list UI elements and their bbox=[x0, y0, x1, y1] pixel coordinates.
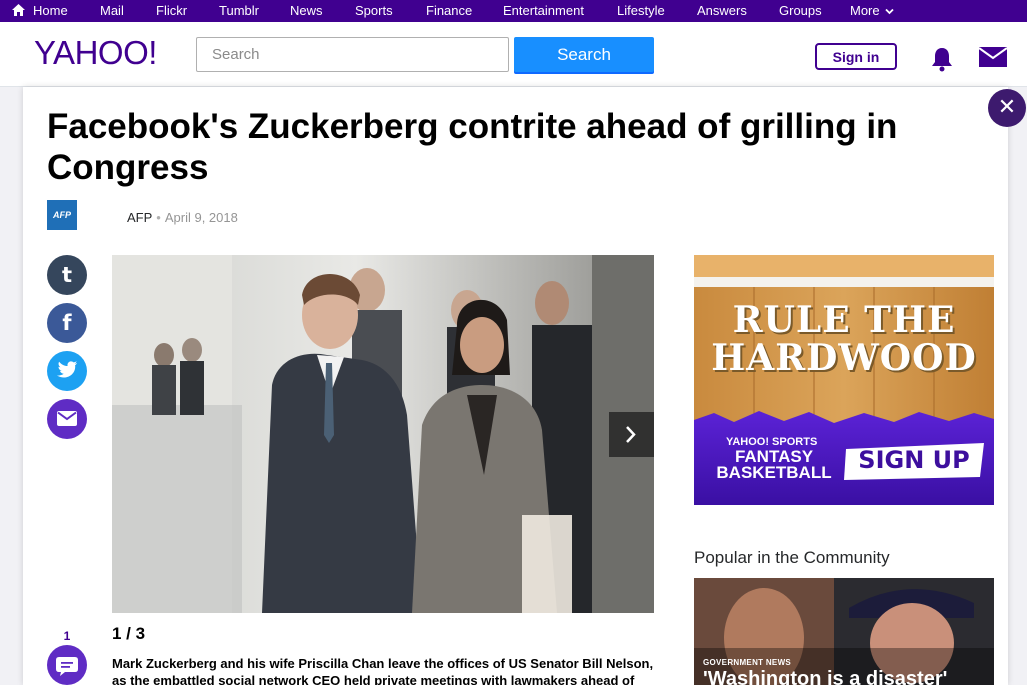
fantasy-basketball-ad[interactable]: RULE THE HARDWOOD YAHOO! SPORTS FANTASY … bbox=[694, 255, 994, 505]
search-input[interactable] bbox=[196, 37, 509, 72]
nav-finance[interactable]: Finance bbox=[426, 3, 472, 18]
nav-home[interactable]: Home bbox=[33, 3, 68, 18]
bell-icon[interactable] bbox=[930, 46, 954, 72]
top-nav-bar: Home Mail Flickr Tumblr News Sports Fina… bbox=[0, 0, 1027, 22]
article-photo[interactable] bbox=[112, 255, 654, 613]
nav-groups[interactable]: Groups bbox=[779, 3, 822, 18]
home-icon[interactable] bbox=[12, 4, 25, 16]
share-facebook-button[interactable]: f bbox=[47, 303, 87, 343]
share-twitter-button[interactable] bbox=[47, 351, 87, 391]
popular-story-headline: 'Washington is a disaster' bbox=[703, 668, 948, 685]
nav-more-label: More bbox=[850, 3, 880, 18]
ad-headline: RULE THE HARDWOOD bbox=[694, 301, 994, 377]
ad-sign-up-button[interactable]: SIGN UP bbox=[844, 443, 984, 477]
header-bar: YAHOO! Search Sign in bbox=[0, 22, 1027, 87]
comments-button[interactable] bbox=[47, 645, 87, 685]
ad-headline-line2: HARDWOOD bbox=[711, 337, 977, 379]
popular-story-tag: GOVERNMENT NEWS bbox=[703, 658, 792, 667]
share-email-button[interactable] bbox=[47, 399, 87, 439]
ad-headline-line1: RULE THE bbox=[732, 299, 956, 341]
close-button[interactable]: ✕ bbox=[988, 89, 1026, 127]
share-tumblr-button[interactable]: t bbox=[47, 255, 87, 295]
yahoo-logo[interactable]: YAHOO! bbox=[34, 34, 157, 72]
nav-tumblr[interactable]: Tumblr bbox=[219, 3, 259, 18]
twitter-icon bbox=[57, 361, 77, 378]
nav-mail[interactable]: Mail bbox=[100, 3, 124, 18]
chevron-down-icon bbox=[885, 8, 894, 15]
article-title: Facebook's Zuckerberg contrite ahead of … bbox=[47, 107, 898, 187]
facebook-icon: f bbox=[62, 311, 72, 335]
ad-product: FANTASY BASKETBALL bbox=[704, 448, 844, 482]
sign-in-button[interactable]: Sign in bbox=[815, 43, 897, 70]
byline-separator: • bbox=[156, 210, 161, 225]
chevron-right-icon bbox=[626, 426, 636, 443]
nav-more[interactable]: More bbox=[850, 3, 894, 18]
nav-answers[interactable]: Answers bbox=[697, 3, 747, 18]
nav-sports[interactable]: Sports bbox=[355, 3, 393, 18]
ad-product-line2: BASKETBALL bbox=[716, 463, 832, 482]
slide-counter: 1 / 3 bbox=[112, 624, 146, 643]
nav-news[interactable]: News bbox=[290, 3, 323, 18]
photo-caption: Mark Zuckerberg and his wife Priscilla C… bbox=[112, 656, 654, 685]
tumblr-icon: t bbox=[61, 263, 73, 287]
email-icon bbox=[57, 411, 77, 426]
nav-entertainment[interactable]: Entertainment bbox=[503, 3, 584, 18]
popular-story-card[interactable]: GOVERNMENT NEWS 'Washington is a disaste… bbox=[694, 578, 994, 685]
popular-section-title: Popular in the Community bbox=[694, 548, 890, 567]
comment-count: 1 bbox=[63, 629, 71, 643]
mail-icon[interactable] bbox=[979, 47, 1007, 67]
comment-bubble-icon bbox=[56, 657, 78, 676]
nav-flickr[interactable]: Flickr bbox=[156, 3, 187, 18]
search-button[interactable]: Search bbox=[514, 37, 654, 72]
publish-date: April 9, 2018 bbox=[164, 210, 238, 225]
source-logo: AFP bbox=[47, 200, 77, 230]
byline: AFP • April 9, 2018 bbox=[127, 210, 238, 225]
source-name[interactable]: AFP bbox=[127, 210, 152, 225]
nav-lifestyle[interactable]: Lifestyle bbox=[617, 3, 665, 18]
next-slide-button[interactable] bbox=[609, 412, 654, 457]
